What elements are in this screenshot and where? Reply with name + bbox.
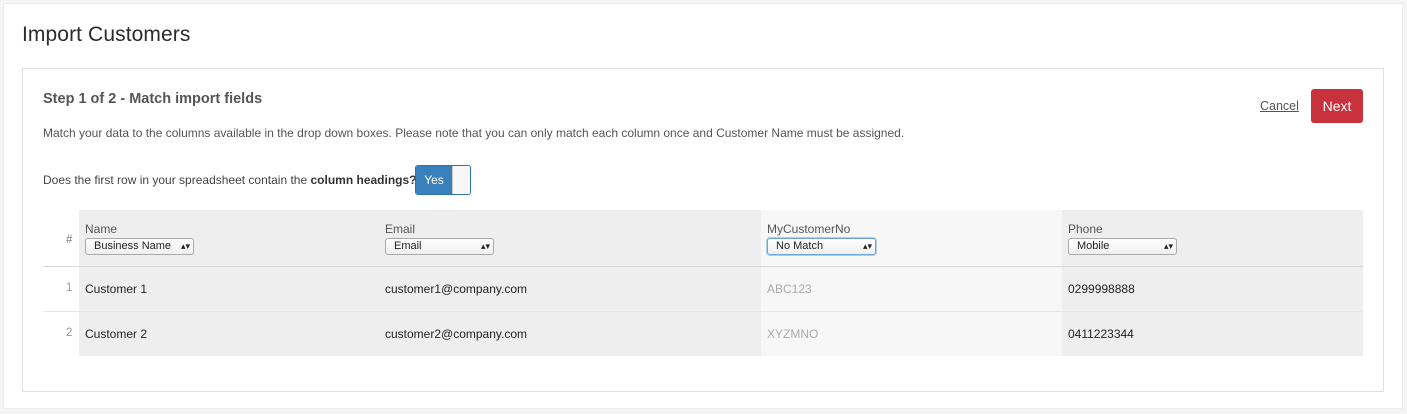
toggle-yes-label: Yes xyxy=(416,166,452,194)
cell-phone: 0411223344 xyxy=(1062,312,1363,356)
mycustomerno-field-select[interactable]: No Match ▴▾ xyxy=(767,238,876,255)
column-headings-question: Does the first row in your spreadsheet c… xyxy=(43,173,417,187)
column-header-mycustomerno: MyCustomerNo No Match ▴▾ xyxy=(761,210,1062,266)
page-title: Import Customers xyxy=(22,23,191,46)
cell-phone: 0299998888 xyxy=(1062,267,1363,311)
email-field-select[interactable]: Email ▴▾ xyxy=(385,238,494,255)
phone-field-select[interactable]: Mobile ▴▾ xyxy=(1068,238,1177,255)
step-title: Step 1 of 2 - Match import fields xyxy=(43,91,263,107)
column-label: Email xyxy=(385,222,416,236)
import-table: # Name Business Name ▴▾ Email Email ▴▾ M… xyxy=(43,210,1363,356)
column-header-phone: Phone Mobile ▴▾ xyxy=(1062,210,1363,266)
select-arrows-icon: ▴▾ xyxy=(180,241,190,251)
column-header-name: Name Business Name ▴▾ xyxy=(79,210,379,266)
selected-option: Mobile xyxy=(1077,240,1110,252)
selected-option: Business Name xyxy=(94,240,172,252)
select-arrows-icon: ▴▾ xyxy=(862,241,872,251)
match-fields-panel: Step 1 of 2 - Match import fields Cancel… xyxy=(22,68,1384,392)
select-arrows-icon: ▴▾ xyxy=(1163,241,1173,251)
cell-name: Customer 2 xyxy=(79,312,379,356)
selected-option: Email xyxy=(394,240,422,252)
row-number: 1 xyxy=(66,282,73,294)
column-header-email: Email Email ▴▾ xyxy=(379,210,761,266)
cell-mycustomerno: ABC123 xyxy=(761,267,1062,311)
column-label: Name xyxy=(85,222,118,236)
selected-option: No Match xyxy=(776,240,824,252)
select-arrows-icon: ▴▾ xyxy=(480,241,490,251)
cell-mycustomerno: XYZMNO xyxy=(761,312,1062,356)
row-number-header: # xyxy=(66,234,73,246)
cell-name: Customer 1 xyxy=(79,267,379,311)
table-row: 1 Customer 1 customer1@company.com ABC12… xyxy=(43,267,1363,312)
cancel-link[interactable]: Cancel xyxy=(1260,99,1299,113)
toggle-knob[interactable] xyxy=(452,166,470,194)
column-label: Phone xyxy=(1068,222,1103,236)
question-bold: column headings? xyxy=(310,173,417,187)
table-row: 2 Customer 2 customer2@company.com XYZMN… xyxy=(43,312,1363,356)
column-headings-toggle[interactable]: Yes xyxy=(415,165,471,195)
column-label: MyCustomerNo xyxy=(767,222,851,236)
table-header-row: # Name Business Name ▴▾ Email Email ▴▾ M… xyxy=(43,210,1363,267)
cell-email: customer2@company.com xyxy=(379,312,761,356)
question-prefix: Does the first row in your spreadsheet c… xyxy=(43,173,311,187)
row-number: 2 xyxy=(66,327,73,339)
name-field-select[interactable]: Business Name ▴▾ xyxy=(85,238,194,255)
import-customers-page: Import Customers Step 1 of 2 - Match imp… xyxy=(3,3,1403,409)
next-button[interactable]: Next xyxy=(1311,89,1363,123)
step-description: Match your data to the columns available… xyxy=(43,126,905,140)
cell-email: customer1@company.com xyxy=(379,267,761,311)
